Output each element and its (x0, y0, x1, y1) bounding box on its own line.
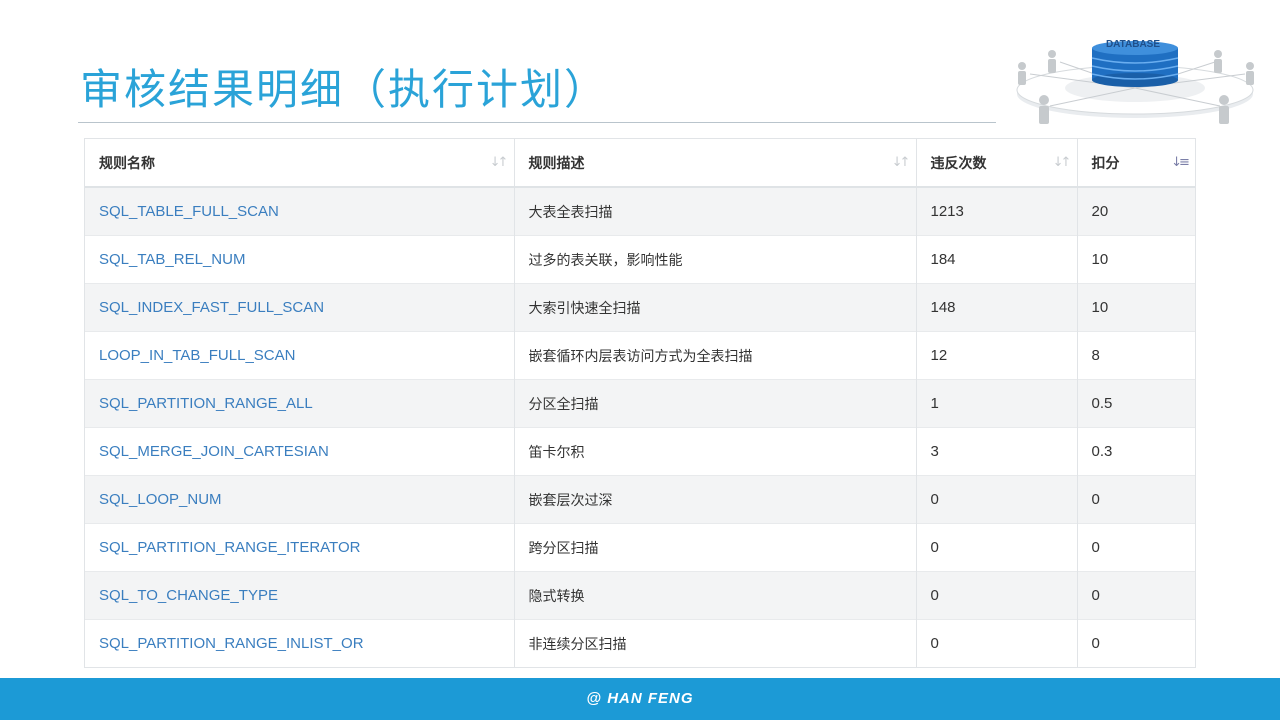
rule-description: 大索引快速全扫描 (514, 283, 917, 332)
score-value: 0 (1077, 619, 1195, 667)
violation-count: 0 (916, 475, 1078, 524)
database-network-icon: DATABASE (1016, 39, 1254, 124)
table-header-row: 规则名称 ↓↑ 规则描述 ↓↑ 违反次数 ↓↑ 扣分 ↓≡ (85, 139, 1195, 188)
rule-description: 过多的表关联，影响性能 (514, 235, 917, 284)
column-header-label: 规则名称 (99, 155, 155, 172)
table-row: SQL_PARTITION_RANGE_INLIST_OR 非连续分区扫描 0 … (85, 619, 1195, 667)
violation-count: 12 (916, 331, 1078, 380)
footer-author: @ HAN FENG (586, 690, 694, 707)
score-value: 8 (1077, 331, 1195, 380)
rule-name-link[interactable]: SQL_PARTITION_RANGE_ALL (85, 379, 515, 428)
rule-name-link[interactable]: SQL_TABLE_FULL_SCAN (85, 186, 515, 236)
violation-count: 148 (916, 283, 1078, 332)
rule-name-link[interactable]: SQL_MERGE_JOIN_CARTESIAN (85, 427, 515, 476)
column-header-label: 违反次数 (930, 155, 987, 172)
table-row: SQL_LOOP_NUM 嵌套层次过深 0 0 (85, 475, 1195, 524)
rule-name-link[interactable]: SQL_TO_CHANGE_TYPE (85, 571, 515, 620)
violation-count: 0 (916, 523, 1078, 572)
footer-bar: @ HAN FENG (0, 678, 1280, 720)
violation-count: 184 (916, 235, 1078, 284)
table-row: SQL_TABLE_FULL_SCAN 大表全表扫描 1213 20 (85, 186, 1195, 236)
column-header-violation-count[interactable]: 违反次数 ↓↑ (916, 139, 1078, 188)
column-header-rule-name[interactable]: 规则名称 ↓↑ (85, 139, 515, 188)
title-divider (78, 122, 996, 123)
sort-arrows-icon[interactable]: ↓↑ (1053, 154, 1072, 172)
table-row: SQL_PARTITION_RANGE_ALL 分区全扫描 1 0.5 (85, 379, 1195, 428)
rule-name-link[interactable]: SQL_PARTITION_RANGE_ITERATOR (85, 523, 515, 572)
score-value: 0 (1077, 475, 1195, 524)
column-header-rule-desc[interactable]: 规则描述 ↓↑ (514, 139, 917, 188)
score-value: 0 (1077, 523, 1195, 572)
rule-description: 隐式转换 (514, 571, 917, 620)
rule-name-link[interactable]: SQL_LOOP_NUM (85, 475, 515, 524)
table-row: SQL_TO_CHANGE_TYPE 隐式转换 0 0 (85, 571, 1195, 620)
slide-title: 审核结果明细（执行计划） (80, 65, 609, 114)
score-value: 10 (1077, 283, 1195, 332)
table-row: SQL_PARTITION_RANGE_ITERATOR 跨分区扫描 0 0 (85, 523, 1195, 572)
violation-count: 0 (916, 571, 1078, 620)
sort-arrows-icon[interactable]: ↓↑ (892, 154, 911, 172)
column-header-label: 扣分 (1091, 155, 1120, 172)
column-header-score[interactable]: 扣分 ↓≡ (1077, 139, 1195, 188)
rule-description: 嵌套循环内层表访问方式为全表扫描 (514, 331, 917, 380)
rule-description: 分区全扫描 (514, 379, 917, 428)
score-value: 0.3 (1077, 427, 1195, 476)
rule-name-link[interactable]: SQL_INDEX_FAST_FULL_SCAN (85, 283, 515, 332)
violation-count: 3 (916, 427, 1078, 476)
score-value: 20 (1077, 186, 1195, 236)
rule-description: 非连续分区扫描 (514, 619, 917, 667)
score-value: 10 (1077, 235, 1195, 284)
violation-count: 0 (916, 619, 1078, 667)
sort-desc-icon[interactable]: ↓≡ (1171, 154, 1190, 172)
score-value: 0.5 (1077, 379, 1195, 428)
table-row: SQL_MERGE_JOIN_CARTESIAN 笛卡尔积 3 0.3 (85, 427, 1195, 476)
rule-description: 笛卡尔积 (514, 427, 917, 476)
rule-description: 跨分区扫描 (514, 523, 917, 572)
database-label: DATABASE (1106, 39, 1160, 50)
rule-description: 大表全表扫描 (514, 186, 917, 236)
table-row: LOOP_IN_TAB_FULL_SCAN 嵌套循环内层表访问方式为全表扫描 1… (85, 331, 1195, 380)
audit-result-table: 规则名称 ↓↑ 规则描述 ↓↑ 违反次数 ↓↑ 扣分 ↓≡ SQL_TABLE_… (84, 138, 1196, 668)
violation-count: 1213 (916, 186, 1078, 236)
violation-count: 1 (916, 379, 1078, 428)
table-row: SQL_TAB_REL_NUM 过多的表关联，影响性能 184 10 (85, 235, 1195, 284)
rule-name-link[interactable]: SQL_TAB_REL_NUM (85, 235, 515, 284)
rule-name-link[interactable]: SQL_PARTITION_RANGE_INLIST_OR (85, 619, 515, 667)
rule-name-link[interactable]: LOOP_IN_TAB_FULL_SCAN (85, 331, 515, 380)
score-value: 0 (1077, 571, 1195, 620)
column-header-label: 规则描述 (528, 155, 585, 172)
sort-arrows-icon[interactable]: ↓↑ (490, 154, 509, 172)
table-row: SQL_INDEX_FAST_FULL_SCAN 大索引快速全扫描 148 10 (85, 283, 1195, 332)
rule-description: 嵌套层次过深 (514, 475, 917, 524)
